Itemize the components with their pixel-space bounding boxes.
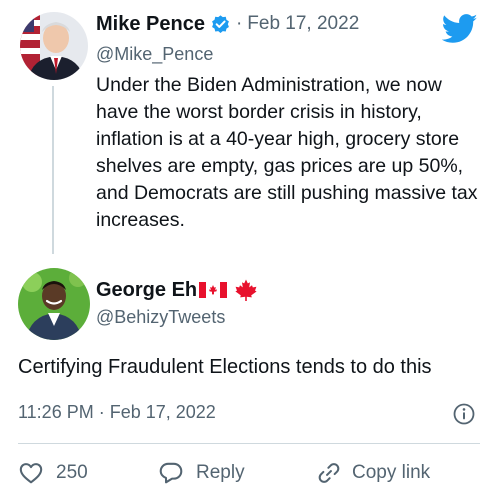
header-separator: · [235, 13, 243, 34]
like-button[interactable]: 250 [18, 460, 158, 486]
like-count: 250 [56, 462, 88, 483]
verified-badge-icon [210, 14, 231, 35]
reply-author-handle[interactable]: @BehizyTweets [96, 307, 225, 328]
reply-tweet-header: George Eh [96, 276, 258, 304]
heart-icon [19, 463, 43, 484]
parent-tweet-header: Mike Pence · Feb 17, 2022 [96, 10, 359, 38]
tweet-date[interactable]: Feb 17, 2022 [247, 13, 359, 35]
reply-tweet-text: Certifying Fraudulent Elections tends to… [18, 356, 432, 378]
reply-label: Reply [196, 462, 245, 483]
mike-pence-avatar[interactable] [20, 12, 88, 80]
parent-tweet[interactable]: Mike Pence · Feb 17, 2022 @Mike_Pence Un… [0, 0, 500, 262]
thread-connector-line [52, 86, 54, 254]
link-icon [318, 463, 340, 483]
action-bar: 250 Reply Copy link [18, 458, 430, 488]
reply-button[interactable]: Reply [158, 460, 316, 486]
twitter-bird-icon[interactable] [441, 14, 478, 44]
author-handle[interactable]: @Mike_Pence [96, 44, 213, 65]
george-eh-avatar[interactable] [18, 268, 90, 340]
reply-bubble-icon [159, 462, 183, 484]
maple-leaf-icon [234, 278, 258, 302]
info-icon[interactable] [452, 402, 476, 426]
copy-link-label: Copy link [352, 462, 431, 483]
parent-tweet-text: Under the Biden Administration, we now h… [96, 74, 478, 231]
author-name[interactable]: Mike Pence [96, 13, 205, 36]
copy-link-button[interactable]: Copy link [316, 460, 430, 486]
reply-author-name[interactable]: George Eh [96, 279, 197, 302]
reply-timestamp[interactable]: 11:26 PM · Feb 17, 2022 [18, 402, 216, 423]
divider [18, 443, 480, 444]
canada-flag-icon [199, 282, 228, 298]
